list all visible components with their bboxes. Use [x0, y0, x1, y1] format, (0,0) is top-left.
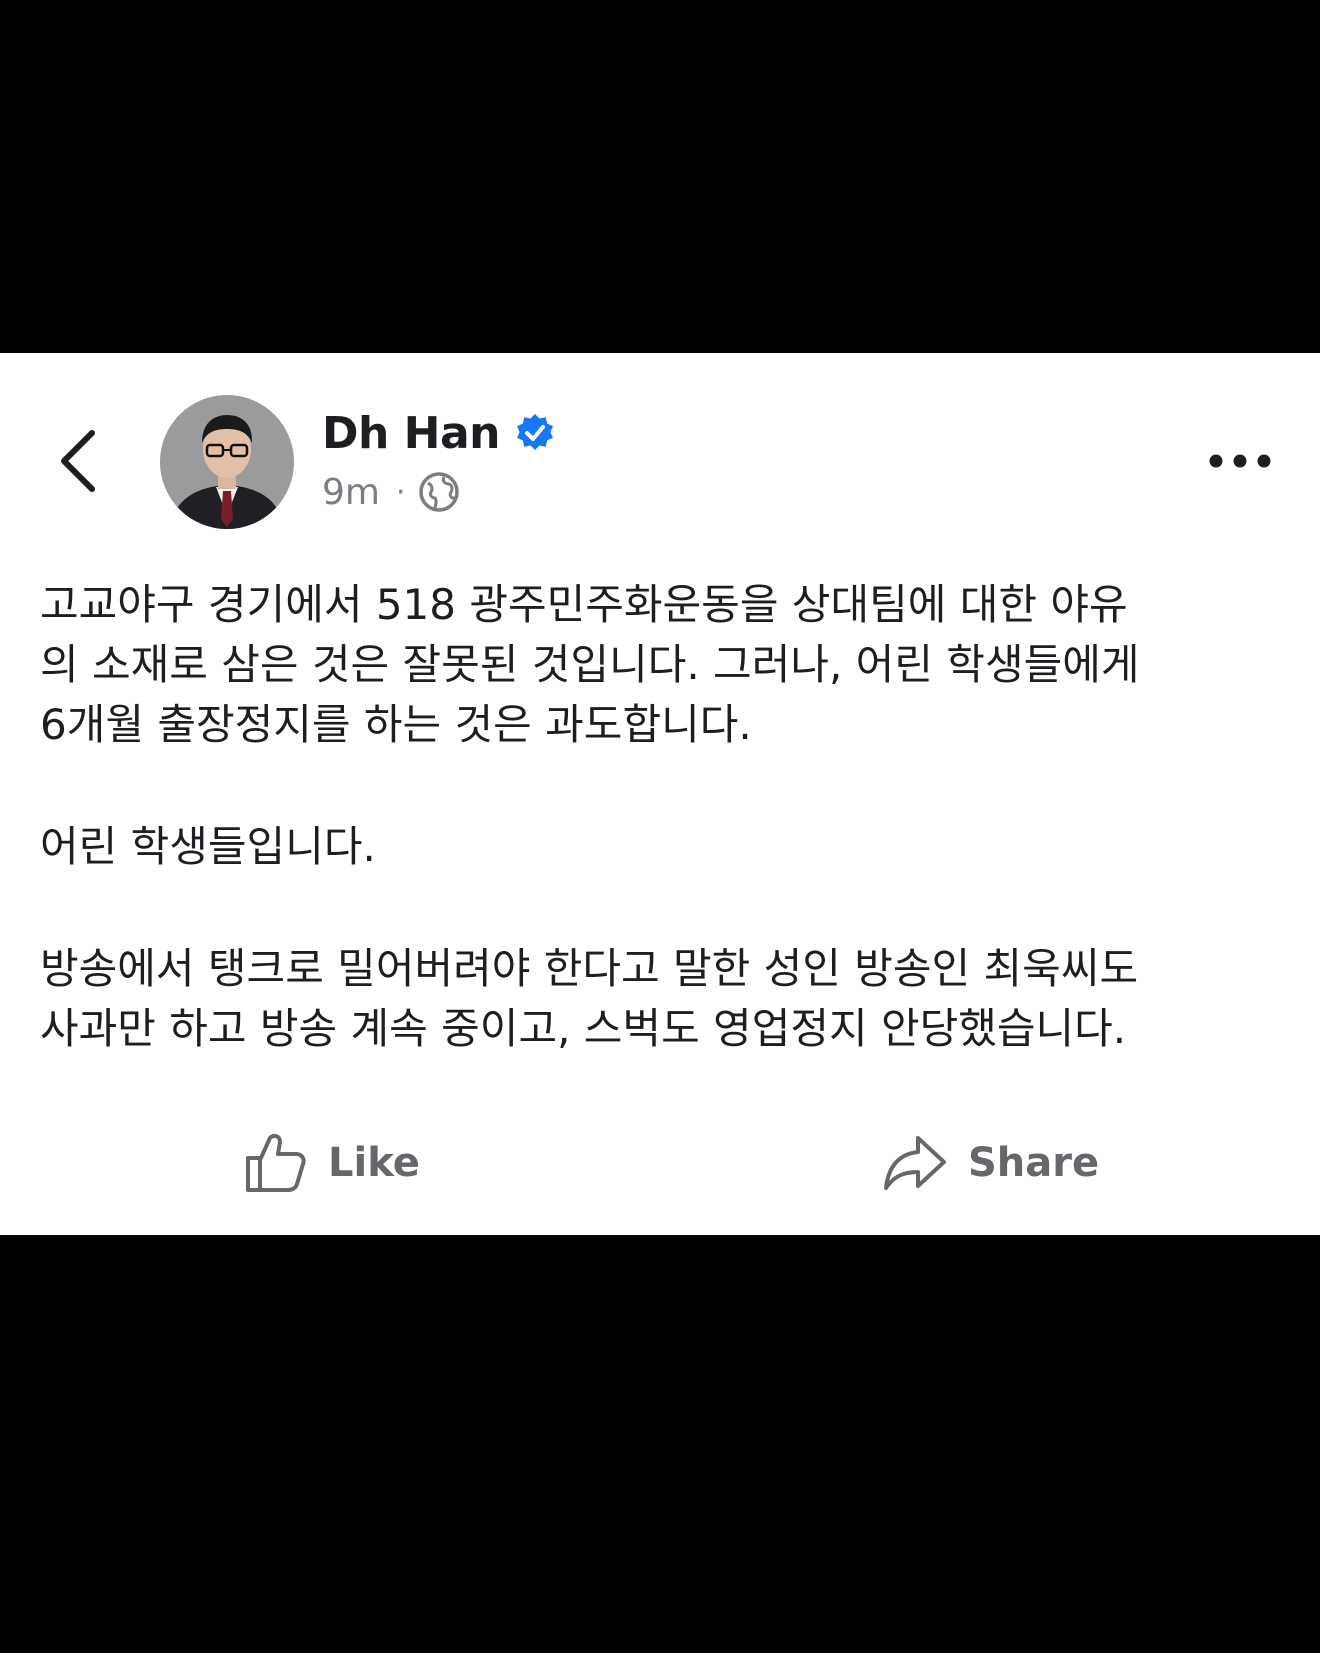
author-row: Dh Han [322, 405, 556, 461]
like-label: Like [328, 1140, 420, 1186]
more-options-button[interactable] [1204, 441, 1276, 481]
like-button[interactable]: Like [240, 1123, 420, 1203]
post-paragraph-2: 어린 학생들입니다. [40, 822, 376, 871]
thumbs-up-icon [240, 1128, 310, 1198]
post-timestamp[interactable]: 9m [322, 472, 380, 513]
globe-icon[interactable] [418, 471, 460, 513]
post-paragraph-1: 고교야구 경기에서 518 광주민주화운동을 상대팀에 대한 야유 의 소재로 … [40, 580, 1140, 749]
author-name[interactable]: Dh Han [322, 408, 501, 459]
share-button[interactable]: Share [880, 1123, 1099, 1203]
share-label: Share [968, 1140, 1100, 1186]
post-actions: Like Share [0, 1123, 1320, 1203]
verified-badge-icon [514, 412, 556, 454]
chevron-left-icon [61, 430, 95, 492]
post-text: 고교야구 경기에서 518 광주민주화운동을 상대팀에 대한 야유 의 소재로 … [40, 575, 1290, 1059]
post-card: Dh Han 9m · 고교야구 경기에서 518 광주민주화운동을 상대팀에 … [0, 353, 1320, 1235]
more-horizontal-icon [1209, 454, 1271, 468]
meta-separator: · [395, 474, 406, 510]
share-arrow-icon [880, 1128, 950, 1198]
avatar[interactable] [160, 395, 294, 529]
post-paragraph-3: 방송에서 탱크로 밀어버려야 한다고 말한 성인 방송인 최욱씨도 사과만 하고… [40, 944, 1139, 1053]
post-meta: 9m · [322, 467, 460, 517]
profile-photo [160, 395, 294, 529]
back-button[interactable] [50, 421, 110, 501]
